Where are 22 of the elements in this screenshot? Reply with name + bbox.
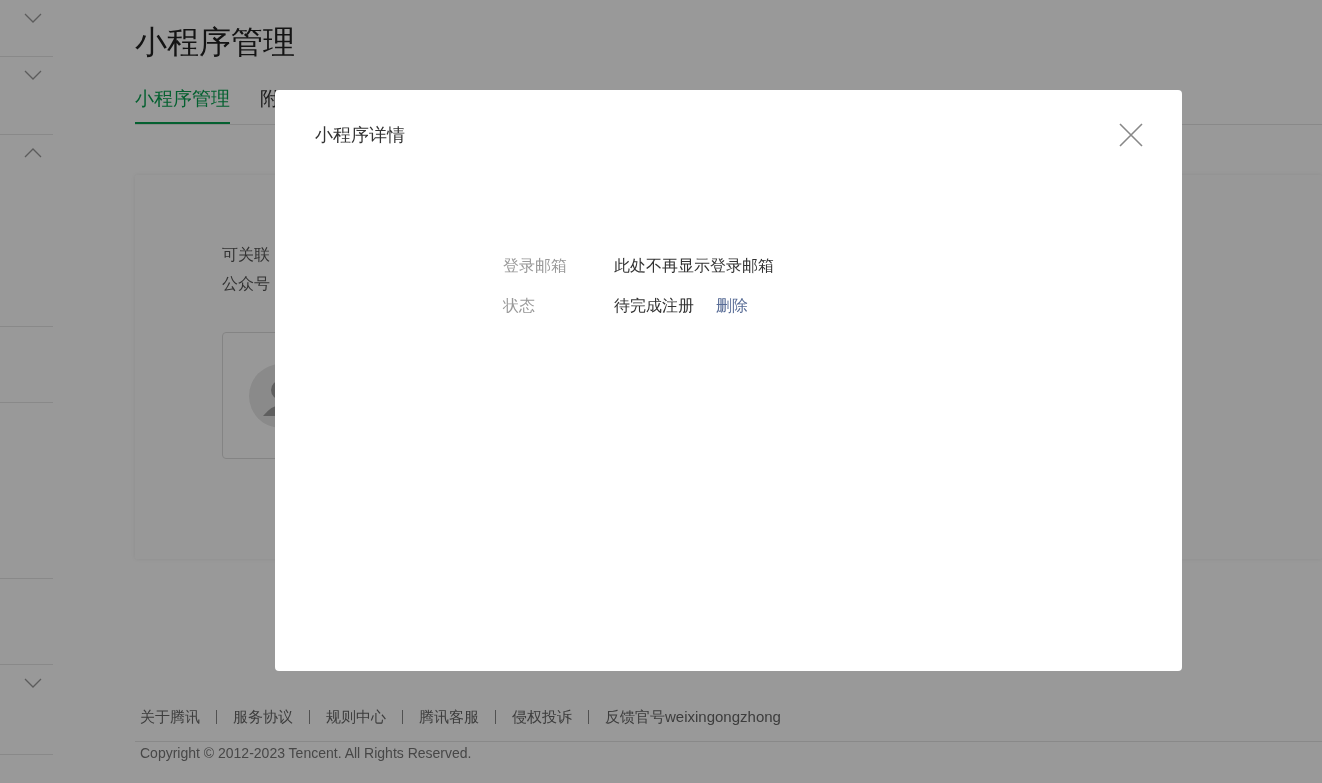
description-text: 可关联	[222, 245, 270, 265]
field-label: 登录邮箱	[503, 256, 568, 276]
field-value: 待完成注册	[614, 296, 694, 316]
chevron-up-icon[interactable]	[23, 148, 42, 158]
close-button[interactable]	[1118, 122, 1144, 148]
footer-link[interactable]: 规则中心	[326, 707, 386, 727]
delete-link[interactable]: 删除	[716, 294, 748, 317]
footer-link[interactable]: 关于腾讯	[140, 707, 200, 727]
dialog-title: 小程序详情	[315, 124, 405, 147]
footer-link[interactable]: 反馈官号weixingongzhong	[605, 707, 781, 727]
chevron-down-icon[interactable]	[23, 678, 42, 688]
description-text: 公众号	[222, 274, 270, 294]
field-value: 此处不再显示登录邮箱	[614, 256, 774, 276]
chevron-down-icon[interactable]	[23, 13, 42, 23]
field-label: 状态	[503, 296, 536, 316]
footer-link[interactable]: 侵权投诉	[512, 707, 572, 727]
footer-link[interactable]: 服务协议	[233, 707, 293, 727]
footer-link[interactable]: 腾讯客服	[419, 707, 479, 727]
page-title: 小程序管理	[135, 23, 296, 62]
tab[interactable]: 小程序管理	[135, 86, 230, 124]
copyright-text: Copyright © 2012-2023 Tencent. All Rights Reserved.	[140, 744, 473, 762]
chevron-down-icon[interactable]	[23, 70, 42, 80]
